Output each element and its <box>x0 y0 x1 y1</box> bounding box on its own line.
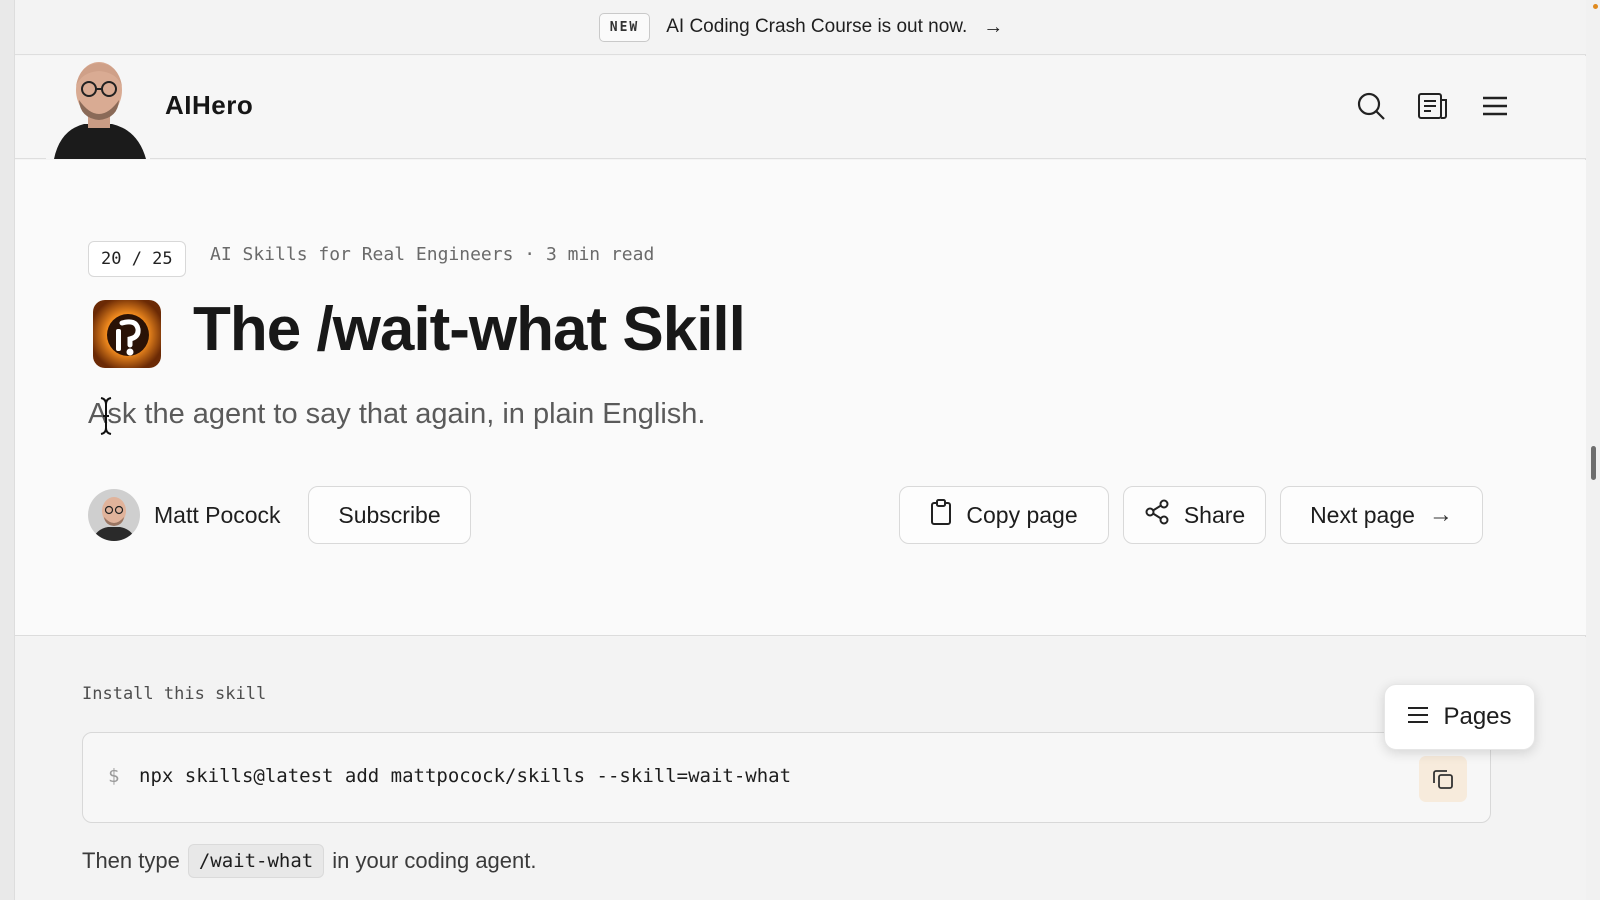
browser-page: NEW AI Coding Crash Course is out now. →… <box>14 0 1587 900</box>
next-page-button[interactable]: Next page → <box>1280 486 1483 544</box>
copy-page-label: Copy page <box>966 501 1078 528</box>
course-meta: AI Skills for Real Engineers · 3 min rea… <box>210 244 655 265</box>
copy-icon[interactable] <box>1419 756 1467 802</box>
shell-prompt: $ <box>108 765 120 787</box>
brand-name[interactable]: AIHero <box>165 90 253 121</box>
install-label: Install this skill <box>82 684 267 704</box>
search-icon[interactable] <box>1351 86 1391 126</box>
usage-command: /wait-what <box>187 844 325 878</box>
new-badge: NEW <box>598 12 651 42</box>
arrow-right-icon: → <box>983 15 1004 38</box>
brand-avatar[interactable] <box>46 60 150 159</box>
announcement-text[interactable]: AI Coding Crash Course is out now. <box>666 16 967 38</box>
page-subtitle: Ask the agent to say that again, in plai… <box>88 398 706 430</box>
share-icon <box>1144 499 1170 531</box>
article-hero: 20 / 25 AI Skills for Real Engineers · 3… <box>15 160 1587 636</box>
skill-logo <box>92 299 162 369</box>
page-title: The /wait-what Skill <box>193 295 746 364</box>
usage-prefix: Then type <box>82 848 180 873</box>
install-code-block[interactable]: $ npx skills@latest add mattpocock/skill… <box>82 732 1491 823</box>
announcement-bar[interactable]: NEW AI Coding Crash Course is out now. → <box>15 0 1587 55</box>
usage-hint: Then type /wait-what in your coding agen… <box>82 844 537 878</box>
subscribe-button[interactable]: Subscribe <box>308 486 471 544</box>
author-info[interactable]: Matt Pocock <box>88 489 281 541</box>
subscribe-label: Subscribe <box>338 501 441 528</box>
text-cursor-icon <box>99 396 113 436</box>
share-label: Share <box>1183 501 1246 528</box>
pages-button[interactable]: Pages <box>1384 684 1535 750</box>
copy-page-button[interactable]: Copy page <box>899 486 1109 544</box>
share-button[interactable]: Share <box>1123 486 1266 544</box>
clipboard-icon <box>930 498 952 532</box>
author-name[interactable]: Matt Pocock <box>154 502 281 529</box>
status-dot <box>1593 4 1598 9</box>
scrollbar-thumb[interactable] <box>1591 446 1596 480</box>
menu-icon[interactable] <box>1475 86 1515 126</box>
step-indicator: 20 / 25 <box>88 241 186 277</box>
next-page-label: Next page <box>1310 501 1415 528</box>
author-avatar[interactable] <box>88 489 140 541</box>
scrollbar[interactable] <box>1586 0 1600 900</box>
install-command[interactable]: npx skills@latest add mattpocock/skills … <box>139 765 791 787</box>
reader-icon[interactable] <box>1413 86 1453 126</box>
arrow-right-icon: → <box>1428 501 1453 528</box>
pages-label: Pages <box>1443 703 1512 730</box>
list-icon <box>1407 703 1429 731</box>
usage-suffix: in your coding agent. <box>332 848 537 873</box>
site-header: AIHero <box>15 56 1587 159</box>
install-section: Install this skill $ npx skills@latest a… <box>15 637 1587 900</box>
